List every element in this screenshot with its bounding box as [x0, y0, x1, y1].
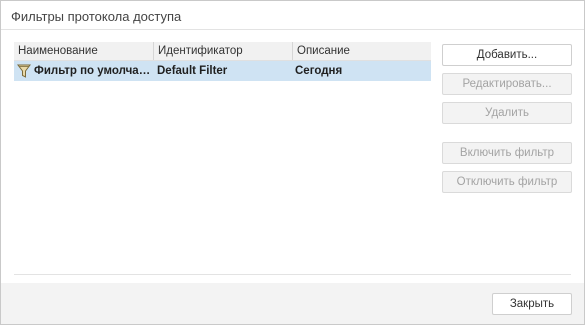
edit-button[interactable]: Редактировать... [442, 73, 572, 95]
column-header-name[interactable]: Наименование [14, 42, 152, 60]
add-button[interactable]: Добавить... [442, 44, 572, 66]
row-name: Фильтр по умолча… [34, 65, 151, 77]
delete-button[interactable]: Удалить [442, 102, 572, 124]
enable-filter-button[interactable]: Включить фильтр [442, 142, 572, 164]
dialog-title: Фильтры протокола доступа [11, 9, 182, 24]
close-button[interactable]: Закрыть [492, 293, 572, 315]
list-header: Наименование Идентификатор Описание [14, 42, 431, 61]
list-row-selected[interactable]: Фильтр по умолча… Default Filter Сегодня [14, 61, 431, 81]
filter-icon [17, 63, 31, 79]
footer-divider [14, 274, 571, 275]
row-description: Сегодня [295, 65, 343, 77]
filters-list[interactable]: Наименование Идентификатор Описание Филь… [14, 42, 431, 254]
disable-filter-button[interactable]: Отключить фильтр [442, 171, 572, 193]
column-header-description[interactable]: Описание [292, 42, 431, 60]
access-log-filters-dialog: Фильтры протокола доступа Наименование И… [0, 0, 585, 325]
title-divider [1, 29, 584, 30]
row-identifier: Default Filter [157, 65, 228, 77]
column-header-identifier[interactable]: Идентификатор [153, 42, 291, 60]
